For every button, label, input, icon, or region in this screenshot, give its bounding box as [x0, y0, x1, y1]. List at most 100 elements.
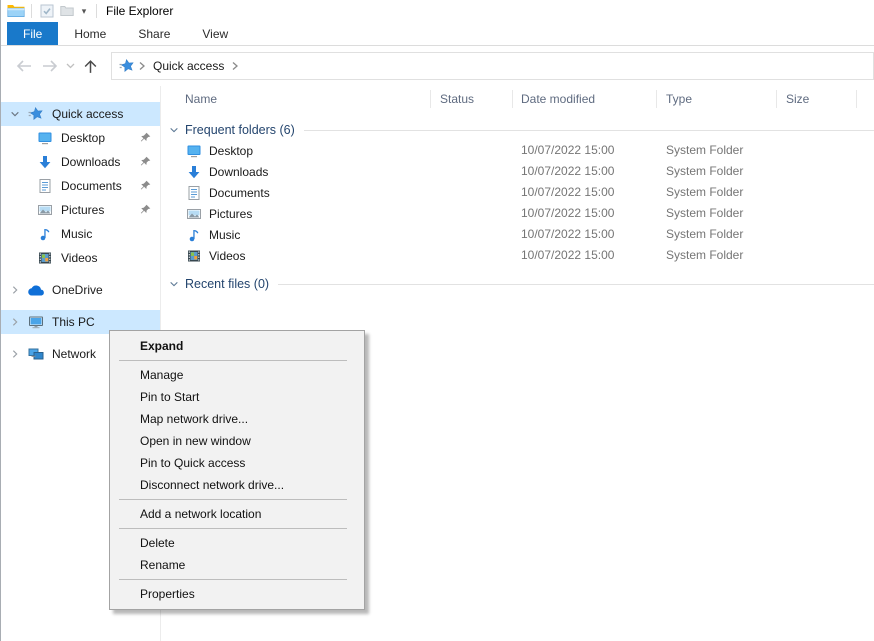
chevron-down-icon[interactable] — [169, 279, 179, 289]
music-icon — [185, 227, 203, 243]
title-bar: ▾ File Explorer — [1, 0, 874, 22]
group-label: Frequent folders (6) — [185, 123, 295, 137]
type-cell: System Folder — [666, 161, 743, 182]
menu-item-disconnect-network-drive[interactable]: Disconnect network drive... — [110, 474, 364, 496]
type-cell: System Folder — [666, 203, 743, 224]
file-list: Frequent folders (6) Desktop 10/07/2022 15… — [161, 120, 874, 294]
quick-access-star-icon — [119, 58, 135, 74]
menu-item-rename[interactable]: Rename — [110, 554, 364, 576]
date-modified-cell: 10/07/2022 15:00 — [521, 203, 614, 224]
customize-quick-access-toolbar-icon[interactable]: ▾ — [77, 6, 91, 17]
group-header-frequent-folders-6[interactable]: Frequent folders (6) — [161, 120, 874, 140]
sidebar-item-onedrive[interactable]: OneDrive — [1, 278, 160, 302]
sidebar-item-quick-access[interactable]: Quick access — [1, 102, 160, 126]
desktop-icon — [185, 143, 203, 159]
up-button[interactable] — [77, 59, 103, 74]
column-header-name[interactable]: Name — [185, 86, 217, 112]
menu-item-delete[interactable]: Delete — [110, 532, 364, 554]
videos-icon — [185, 248, 203, 264]
date-modified-cell: 10/07/2022 15:00 — [521, 140, 614, 161]
downloads-icon — [185, 164, 203, 180]
date-modified-cell: 10/07/2022 15:00 — [521, 245, 614, 266]
chevron-right-icon[interactable] — [9, 349, 21, 359]
tab-file[interactable]: File — [7, 22, 58, 45]
file-row-desktop[interactable]: Desktop 10/07/2022 15:00 System Folder — [161, 140, 874, 161]
name-cell: Documents — [185, 182, 270, 203]
sidebar-item-label: Network — [52, 347, 96, 361]
chevron-right-icon[interactable] — [138, 61, 146, 71]
new-folder-icon[interactable] — [57, 1, 77, 21]
date-modified-cell: 10/07/2022 15:00 — [521, 182, 614, 203]
recent-locations-icon[interactable] — [63, 63, 77, 69]
name-cell: Music — [185, 224, 240, 245]
chevron-right-icon[interactable] — [231, 61, 239, 71]
menu-item-open-in-new-window[interactable]: Open in new window — [110, 430, 364, 452]
properties-icon[interactable] — [37, 1, 57, 21]
column-header-size[interactable]: Size — [786, 86, 809, 112]
sidebar-item-videos[interactable]: Videos — [1, 246, 160, 270]
network-icon — [27, 346, 45, 362]
menu-item-pin-to-start[interactable]: Pin to Start — [110, 386, 364, 408]
group-rule — [304, 130, 874, 131]
name-cell: Downloads — [185, 161, 268, 182]
menu-separator — [119, 528, 347, 529]
sidebar-item-downloads[interactable]: Downloads — [1, 150, 160, 174]
name-cell: Pictures — [185, 203, 252, 224]
file-name: Videos — [209, 249, 245, 263]
file-explorer-window: ▾ File Explorer FileHomeShareView Quick … — [0, 0, 874, 641]
file-row-documents[interactable]: Documents10/07/2022 15:00System Folder — [161, 182, 874, 203]
chevron-right-icon[interactable] — [9, 285, 21, 295]
window-title: File Explorer — [106, 4, 173, 18]
chevron-down-icon[interactable] — [9, 109, 21, 119]
explorer-logo-icon[interactable] — [6, 1, 26, 21]
menu-item-pin-to-quick-access[interactable]: Pin to Quick access — [110, 452, 364, 474]
menu-item-map-network-drive[interactable]: Map network drive... — [110, 408, 364, 430]
file-name: Downloads — [209, 165, 268, 179]
context-menu: Expand ManagePin to StartMap network driv… — [109, 330, 365, 610]
pictures-icon — [185, 206, 203, 222]
group-rule — [278, 284, 874, 285]
file-row-downloads[interactable]: Downloads 10/07/2022 15:00 System Folder — [161, 161, 874, 182]
file-row-music[interactable]: Music10/07/2022 15:00System Folder — [161, 224, 874, 245]
address-bar[interactable]: Quick access — [111, 52, 874, 80]
breadcrumb-quick-access[interactable]: Quick access — [153, 59, 224, 73]
column-header-type[interactable]: Type — [666, 86, 692, 112]
sidebar-item-label: Quick access — [52, 107, 123, 121]
chevron-right-icon[interactable] — [9, 317, 21, 327]
ribbon-tabs: FileHomeShareView — [1, 22, 874, 46]
file-name: Music — [209, 228, 240, 242]
back-button[interactable] — [11, 59, 37, 73]
desktop-icon — [36, 130, 54, 146]
menu-item-expand[interactable]: Expand — [110, 335, 364, 357]
sidebar-item-label: OneDrive — [52, 283, 103, 297]
sidebar-item-documents[interactable]: Documents — [1, 174, 160, 198]
menu-item-properties[interactable]: Properties — [110, 583, 364, 605]
column-separator — [512, 90, 513, 108]
tab-share[interactable]: Share — [122, 22, 186, 45]
file-row-videos[interactable]: Videos10/07/2022 15:00System Folder — [161, 245, 874, 266]
menu-item-manage[interactable]: Manage — [110, 364, 364, 386]
column-header-status[interactable]: Status — [440, 86, 474, 112]
group-header-recent-files-0[interactable]: Recent files (0) — [161, 274, 874, 294]
file-row-pictures[interactable]: Pictures 10/07/2022 15:00 System Folder — [161, 203, 874, 224]
sidebar-item-pictures[interactable]: Pictures — [1, 198, 160, 222]
menu-item-add-a-network-location[interactable]: Add a network location — [110, 503, 364, 525]
downloads-icon — [36, 154, 54, 170]
menu-separator — [119, 579, 347, 580]
date-modified-cell: 10/07/2022 15:00 — [521, 161, 614, 182]
chevron-down-icon[interactable] — [169, 125, 179, 135]
sidebar-item-label: This PC — [52, 315, 95, 329]
name-cell: Desktop — [185, 140, 253, 161]
sidebar-item-desktop[interactable]: Desktop — [1, 126, 160, 150]
tab-view[interactable]: View — [186, 22, 244, 45]
videos-icon — [36, 250, 54, 266]
menu-separator — [119, 360, 347, 361]
column-header-date-modified[interactable]: Date modified — [521, 86, 595, 112]
type-cell: System Folder — [666, 140, 743, 161]
documents-icon — [36, 178, 54, 194]
forward-button[interactable] — [37, 59, 63, 73]
file-name: Pictures — [209, 207, 252, 221]
sidebar-item-music[interactable]: Music — [1, 222, 160, 246]
onedrive-icon — [27, 283, 45, 297]
tab-home[interactable]: Home — [58, 22, 122, 45]
